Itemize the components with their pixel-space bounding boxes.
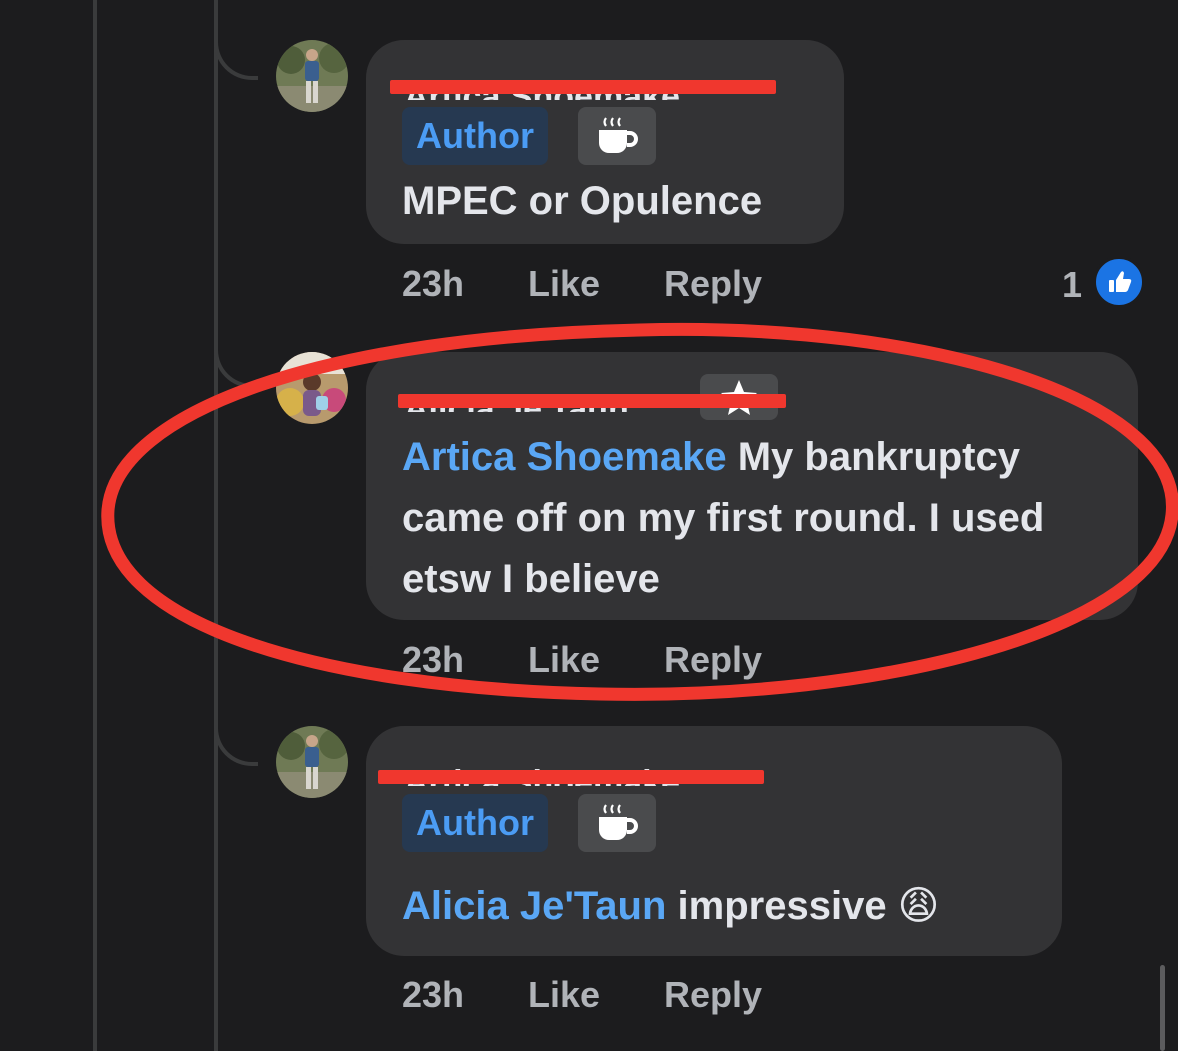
weary-face-emoji: 😩 [897,884,940,928]
avatar[interactable] [276,40,348,112]
thread-line-outer [93,0,97,1051]
comment-body: impressive [666,884,898,928]
redaction-mark [378,770,764,784]
comment-text: Artica Shoemake My bankruptcy came off o… [402,427,1122,610]
avatar[interactable] [276,352,348,424]
thread-connector [214,344,258,388]
author-badge: Author [402,107,548,165]
timestamp[interactable]: 23h [402,974,464,1016]
coffee-cup-icon [578,794,656,852]
redaction-mark [390,80,776,94]
mention-link[interactable]: Alicia Je'Taun [402,884,666,928]
comment-actions: 23h Like Reply [402,974,802,1018]
comment-text: MPEC or Opulence [402,179,763,223]
thread-line-inner [214,0,218,1051]
reply-button[interactable]: Reply [664,974,762,1016]
thumbs-up-icon[interactable] [1093,256,1145,308]
reply-button[interactable]: Reply [664,639,762,681]
like-button[interactable]: Like [528,263,600,305]
like-button[interactable]: Like [528,639,600,681]
reaction-count[interactable]: 1 [1062,264,1082,306]
mention-link[interactable]: Artica Shoemake [402,435,727,479]
comment-actions: 23h Like Reply [402,639,802,683]
like-button[interactable]: Like [528,974,600,1016]
avatar[interactable] [276,726,348,798]
comment-actions: 23h Like Reply [402,263,802,307]
redaction-mark [398,394,786,408]
timestamp[interactable]: 23h [402,263,464,305]
coffee-cup-icon [578,107,656,165]
thread-connector [214,722,258,766]
reply-button[interactable]: Reply [664,263,762,305]
comment-text: Alicia Je'Taun impressive 😩 [402,876,939,937]
thread-connector [214,36,258,80]
timestamp[interactable]: 23h [402,639,464,681]
scrollbar[interactable] [1160,965,1165,1051]
author-badge: Author [402,794,548,852]
